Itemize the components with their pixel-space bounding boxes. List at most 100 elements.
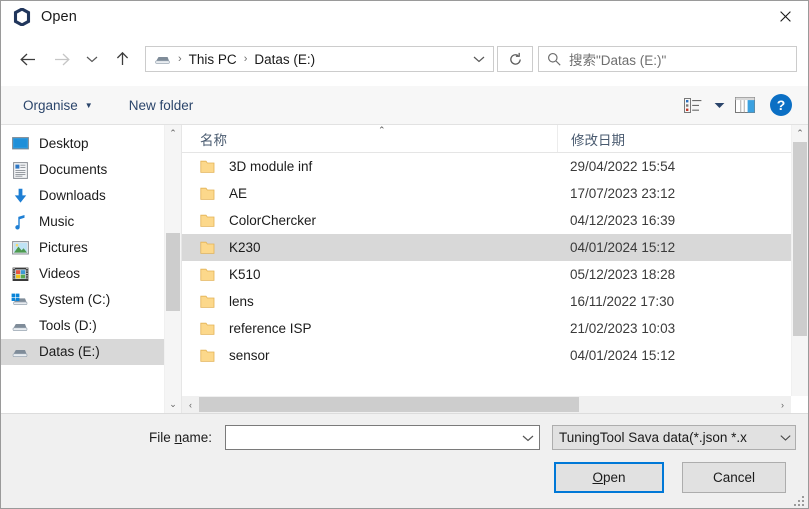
- sidebar-item-datas-e[interactable]: Datas (E:): [1, 339, 181, 365]
- open-label: Open: [592, 470, 625, 485]
- table-row[interactable]: K510 05/12/2023 18:28: [182, 261, 808, 288]
- drive-icon: [154, 53, 171, 66]
- preview-pane-icon: [735, 97, 755, 113]
- file-date-cell: 04/01/2024 15:12: [557, 240, 808, 255]
- table-row[interactable]: ColorChercker 04/12/2023 16:39: [182, 207, 808, 234]
- window-title: Open: [41, 9, 77, 25]
- preview-pane-button[interactable]: [730, 92, 760, 118]
- file-list-horizontal-scrollbar[interactable]: ‹ ›: [182, 396, 791, 413]
- file-list-vertical-scrollbar[interactable]: ⌃ ⌄: [791, 125, 808, 413]
- file-name-label-before: File: [149, 430, 175, 445]
- drive-icon: [10, 317, 30, 335]
- file-name-label-after: ame:: [182, 430, 212, 445]
- sidebar-scroll-up-button[interactable]: ⌃: [165, 125, 181, 142]
- hscroll-track[interactable]: [199, 396, 774, 413]
- navigation-bar: › This PC › Datas (E:): [1, 32, 808, 86]
- open-button[interactable]: Open: [554, 462, 664, 493]
- file-name-cell: lens: [182, 294, 557, 309]
- hscroll-right-button[interactable]: ›: [774, 396, 791, 413]
- table-row[interactable]: sensor 04/01/2024 15:12: [182, 342, 808, 369]
- folder-icon: [200, 240, 218, 255]
- file-date-cell: 29/04/2022 15:54: [557, 159, 808, 174]
- column-header-date[interactable]: 修改日期: [557, 125, 808, 152]
- table-row[interactable]: AE 17/07/2023 23:12: [182, 180, 808, 207]
- file-name-label: 3D module inf: [229, 159, 312, 174]
- navigation-pane: Desktop Documents: [1, 125, 181, 413]
- sidebar-item-downloads[interactable]: Downloads: [1, 183, 181, 209]
- cancel-label: Cancel: [713, 470, 755, 485]
- cancel-button[interactable]: Cancel: [682, 462, 786, 493]
- breadcrumb-separator: ›: [237, 53, 255, 65]
- file-name-combobox[interactable]: [225, 425, 540, 450]
- sidebar-item-music[interactable]: Music: [1, 209, 181, 235]
- file-name-label: lens: [229, 294, 254, 309]
- sidebar-item-desktop[interactable]: Desktop: [1, 131, 181, 157]
- search-icon: [539, 52, 569, 66]
- help-button[interactable]: ?: [770, 94, 792, 116]
- sidebar-label: Pictures: [39, 241, 88, 255]
- breadcrumb-datas-e[interactable]: Datas (E:): [254, 52, 315, 67]
- file-name-label: K510: [229, 267, 261, 282]
- sidebar-item-system-c[interactable]: System (C:): [1, 287, 181, 313]
- folder-icon: [200, 294, 218, 309]
- vscroll-up-button[interactable]: ⌃: [792, 125, 808, 142]
- sidebar-item-videos[interactable]: Videos: [1, 261, 181, 287]
- organise-button[interactable]: Organise ▼: [13, 86, 103, 124]
- new-folder-button[interactable]: New folder: [119, 86, 204, 124]
- vscroll-thumb[interactable]: [793, 142, 807, 336]
- sidebar-label: Datas (E:): [39, 345, 100, 359]
- sidebar-item-pictures[interactable]: Pictures: [1, 235, 181, 261]
- address-bar[interactable]: › This PC › Datas (E:): [145, 46, 494, 72]
- table-row[interactable]: 3D module inf 29/04/2022 15:54: [182, 153, 808, 180]
- forward-button[interactable]: [45, 42, 79, 76]
- open-rest: pen: [603, 470, 626, 485]
- folder-icon: [200, 267, 218, 282]
- refresh-button[interactable]: [497, 46, 533, 72]
- windows-drive-icon: [10, 291, 30, 309]
- search-input[interactable]: 搜索"Datas (E:)": [569, 49, 666, 69]
- column-header-name[interactable]: 名称: [182, 125, 557, 152]
- file-type-chevron-down-icon[interactable]: [775, 434, 795, 441]
- view-layout-chevron-down-icon[interactable]: [708, 92, 730, 118]
- breadcrumb-separator: ›: [171, 53, 189, 65]
- sidebar-item-tools-d[interactable]: Tools (D:): [1, 313, 181, 339]
- file-date-cell: 04/01/2024 15:12: [557, 348, 808, 363]
- dialog-body: Desktop Documents: [1, 125, 808, 413]
- file-name-input[interactable]: [226, 430, 517, 445]
- file-name-cell: sensor: [182, 348, 557, 363]
- command-bar: Organise ▼ New folder: [1, 86, 808, 125]
- search-box[interactable]: 搜索"Datas (E:)": [538, 46, 797, 72]
- file-name-label: reference ISP: [229, 321, 312, 336]
- new-folder-label: New folder: [129, 98, 194, 113]
- file-name-cell: ColorChercker: [182, 213, 557, 228]
- file-name-cell: K510: [182, 267, 557, 282]
- table-row[interactable]: K230 04/01/2024 15:12: [182, 234, 808, 261]
- sidebar-scroll-down-button[interactable]: ⌄: [165, 396, 181, 413]
- sidebar-label: Music: [39, 215, 74, 229]
- file-rows: 3D module inf 29/04/2022 15:54 AE 17/07/…: [182, 153, 808, 369]
- file-name-cell: reference ISP: [182, 321, 557, 336]
- file-name-chevron-down-icon[interactable]: [517, 434, 539, 442]
- up-button[interactable]: [105, 42, 139, 76]
- breadcrumb-this-pc[interactable]: This PC: [189, 52, 237, 67]
- hscroll-thumb[interactable]: [199, 397, 579, 412]
- table-row[interactable]: reference ISP 21/02/2023 10:03: [182, 315, 808, 342]
- sidebar-scroll-thumb[interactable]: [166, 233, 180, 311]
- resize-grip[interactable]: [793, 494, 805, 506]
- back-button[interactable]: [11, 42, 45, 76]
- view-layout-button[interactable]: [678, 92, 708, 118]
- file-date-cell: 17/07/2023 23:12: [557, 186, 808, 201]
- close-button[interactable]: [762, 1, 808, 32]
- file-type-filter-combobox[interactable]: TuningTool Sava data(*.json *.x: [552, 425, 796, 450]
- file-name-label: File name:: [149, 430, 212, 445]
- organise-label: Organise: [23, 98, 78, 113]
- recent-locations-button[interactable]: [79, 42, 105, 76]
- help-label: ?: [777, 97, 786, 113]
- file-name-label-accel: n: [175, 430, 183, 445]
- sidebar-item-documents[interactable]: Documents: [1, 157, 181, 183]
- hscroll-left-button[interactable]: ‹: [182, 396, 199, 413]
- table-row[interactable]: lens 16/11/2022 17:30: [182, 288, 808, 315]
- address-chevron-down-icon[interactable]: [467, 55, 491, 63]
- file-name-label: K230: [229, 240, 261, 255]
- sidebar-scrollbar[interactable]: ⌃ ⌄: [164, 125, 181, 413]
